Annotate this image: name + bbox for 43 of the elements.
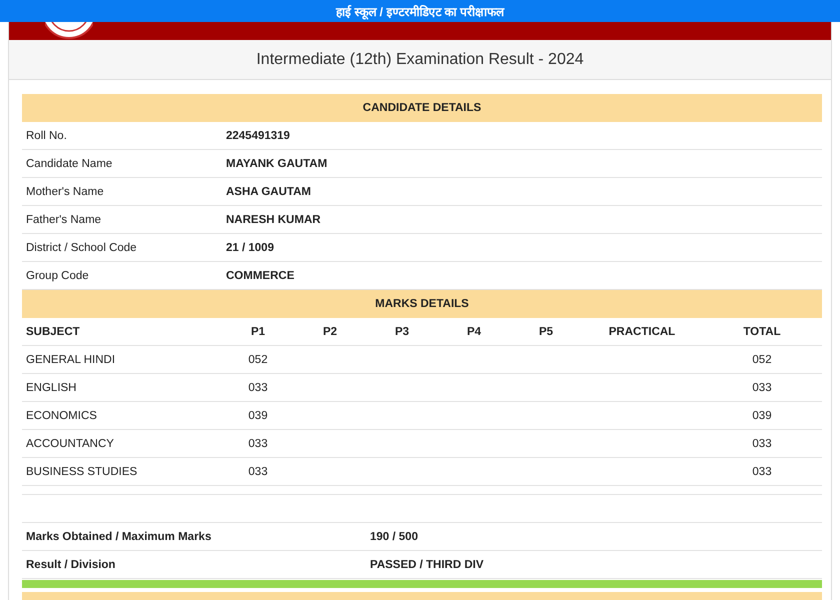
summary-label: Marks Obtained / Maximum Marks [25,530,212,542]
detail-value: NARESH KUMAR [225,214,322,226]
table-cell-text: 033 [751,382,773,394]
column-header: P5 [538,326,554,338]
page-title: Intermediate (12th) Examination Result - 2024 [256,50,584,69]
table-cell-text: ECONOMICS [25,410,98,422]
table-cell-text: 033 [751,438,773,450]
table-cell-text: GENERAL HINDI [25,354,116,366]
table-cell-text: 039 [751,410,773,422]
detail-label: Candidate Name [25,158,114,170]
summary-value: 190 / 500 [369,530,419,542]
detail-value: MAYANK GAUTAM [225,158,328,170]
table-cell-text: 033 [247,466,269,478]
detail-value: COMMERCE [225,270,296,282]
table-cell-text: ENGLISH [25,382,78,394]
column-header: P3 [394,326,410,338]
detail-label: Father's Name [25,214,102,226]
detail-value: 21 / 1009 [225,242,275,254]
column-header: P2 [322,326,338,338]
column-header: P4 [466,326,482,338]
summary-label: Result / Division [25,558,116,570]
column-header: P1 [250,326,266,338]
top-bar-title: हाई स्कूल / इण्टरमीडिएट का परीक्षाफल [0,0,840,22]
detail-label: Mother's Name [25,186,105,198]
table-cell-text: 039 [247,410,269,422]
table-cell-text: 033 [247,382,269,394]
detail-label: District / School Code [25,242,138,254]
section-heading: CANDIDATE DETAILS [22,94,822,122]
detail-value: ASHA GAUTAM [225,186,312,198]
detail-value: 2245491319 [225,130,291,142]
table-cell-text: ACCOUNTANCY [25,438,115,450]
detail-label: Roll No. [25,130,68,142]
detail-label: Group Code [25,270,90,282]
table-cell-text: 033 [751,466,773,478]
column-header: PRACTICAL [608,326,676,338]
summary-value: PASSED / THIRD DIV [369,558,485,570]
table-cell-text: 052 [247,354,269,366]
table-cell-text: 033 [247,438,269,450]
section-heading: MARKS DETAILS [22,290,822,318]
column-header: SUBJECT [25,326,81,338]
table-cell-text: BUSINESS STUDIES [25,466,138,478]
table-cell-text: 052 [751,354,773,366]
column-header: TOTAL [742,326,782,338]
